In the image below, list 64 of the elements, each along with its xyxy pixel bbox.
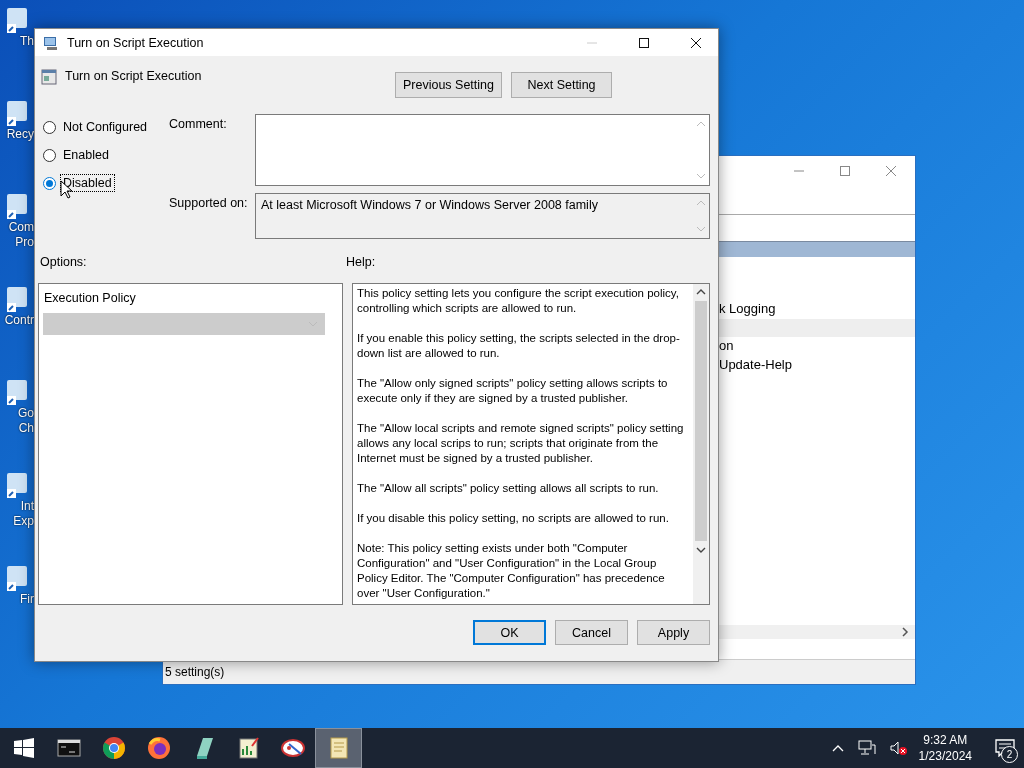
supported-text: At least Microsoft Windows 7 or Windows Server 2008 family — [261, 198, 599, 212]
window-title: Turn on Script Execution — [67, 35, 204, 50]
radio-label[interactable]: Enabled — [60, 146, 112, 164]
option-label: Execution Policy — [44, 291, 137, 305]
section-label: Help: — [346, 255, 376, 269]
help-paragraph: Note: This policy setting exists under both "Computer Configuration" and "User Configuration" in the Local Group Policy Editor. The "Computer Configuration" has precedence over "User Configuration." — [357, 541, 666, 601]
help-paragraph: This policy setting lets you configure the script execution policy, controlling which scripts are allowed to run. — [357, 286, 680, 316]
shortcut-label: Go — [18, 406, 34, 421]
radio-button[interactable] — [43, 120, 56, 134]
shortcut-label: Fir — [20, 592, 34, 607]
scroll-down-icon[interactable] — [696, 547, 706, 553]
shortcut-label: Int — [20, 499, 34, 514]
maximize-icon[interactable] — [638, 36, 650, 49]
shortcut-icon[interactable] — [4, 6, 30, 34]
help-paragraph: The "Allow all scripts" policy setting allows all scripts to run. — [357, 481, 660, 496]
notifications-icon[interactable] — [995, 739, 1015, 757]
show-hidden-icons-icon[interactable] — [831, 744, 844, 752]
scroll-app-icon[interactable] — [315, 728, 362, 768]
shortcut-icon[interactable] — [4, 285, 30, 313]
close-icon[interactable] — [690, 36, 702, 49]
section-label: Options: — [40, 255, 88, 269]
dialog-button[interactable]: Cancel — [555, 620, 628, 645]
clock-date[interactable]: 1/23/2024 — [918, 748, 972, 764]
list-item[interactable]: on — [719, 338, 734, 353]
list-item[interactable]: k Logging — [719, 301, 776, 316]
shortcut-label: Th — [20, 34, 34, 49]
windows-start-icon[interactable] — [14, 738, 34, 758]
shortcut-icon[interactable] — [4, 471, 30, 499]
shortcut-icon[interactable] — [4, 99, 30, 127]
help-paragraph: If you disable this policy setting, no scripts are allowed to run. — [357, 511, 670, 526]
shortcut-icon[interactable] — [4, 564, 30, 592]
clock-time[interactable]: 9:32 AM — [923, 732, 968, 748]
computer-icon — [43, 34, 59, 51]
policy-name: Turn on Script Execution — [65, 69, 202, 83]
shortcut-icon[interactable] — [4, 192, 30, 220]
nav-button[interactable]: Next Setting — [511, 72, 612, 98]
network-icon[interactable] — [857, 740, 876, 756]
field-label: Supported on: — [169, 195, 249, 212]
policy-icon — [41, 69, 57, 85]
shortcut-label: Com — [8, 220, 34, 235]
volume-muted-icon[interactable] — [889, 740, 908, 756]
status-text: 5 setting(s) — [165, 665, 225, 679]
dialog-button[interactable]: OK — [473, 620, 546, 645]
scroll-right-icon[interactable] — [901, 627, 909, 637]
horizontal-scrollbar[interactable] — [719, 625, 915, 639]
radio-button[interactable] — [43, 176, 56, 190]
vertical-scrollbar[interactable] — [693, 284, 709, 604]
notification-count: 2 — [1001, 746, 1018, 763]
shortcut-icon[interactable] — [4, 378, 30, 406]
shortcut-label: Exp — [13, 514, 34, 529]
shortcut-label: Pro — [15, 235, 34, 250]
help-paragraph: If you enable this policy setting, the scripts selected in the drop-down list are allowed to run. — [357, 331, 681, 361]
shortcut-label: Contr — [4, 313, 34, 328]
radio-button[interactable] — [43, 148, 56, 162]
shortcut-label: Ch — [18, 421, 34, 436]
field-label: Comment: — [169, 116, 228, 133]
shortcut-label: Recy — [6, 127, 34, 142]
scroll-up-icon[interactable] — [696, 289, 706, 295]
help-paragraph: The "Allow local scripts and remote signed scripts" policy setting allows any local scrips to run; scripts that originate from the Internet must be signed by a trusted publisher. — [357, 421, 685, 466]
list-item[interactable]: Update-Help — [719, 356, 792, 372]
dialog-button[interactable]: Apply — [637, 620, 710, 645]
help-paragraph: The "Allow only signed scripts" policy setting allows scripts to execute only if they are signed by a trusted publisher. — [357, 376, 669, 406]
nav-button[interactable]: Previous Setting — [394, 72, 502, 98]
radio-label[interactable]: Not Configured — [60, 118, 151, 136]
